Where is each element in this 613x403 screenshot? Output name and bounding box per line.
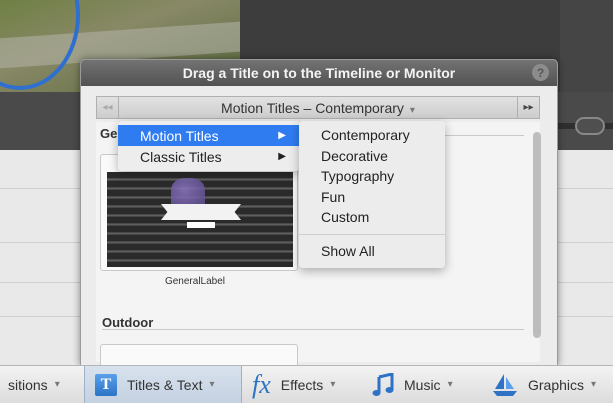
thumbnail-figure	[171, 178, 205, 208]
submenu-item-contemporary[interactable]: Contemporary	[299, 125, 445, 146]
chevron-down-icon: ▾	[54, 379, 60, 390]
chevron-down-icon: ▾	[209, 379, 215, 390]
motion-titles-submenu: Contemporary Decorative Typography Fun C…	[299, 121, 445, 268]
menu-separator	[299, 233, 445, 235]
submenu-item-fun[interactable]: Fun	[299, 187, 445, 208]
transitions-label: sitions	[8, 376, 48, 393]
effects-button[interactable]: fx Effects ▾	[242, 366, 362, 403]
transitions-button[interactable]: sitions ▾	[0, 366, 84, 403]
titles-icon: T	[95, 373, 117, 396]
panel-title: Drag a Title on to the Timeline or Monit…	[182, 65, 456, 81]
music-button[interactable]: Music ▾	[362, 366, 482, 403]
category-dropdown[interactable]: Motion Titles – Contemporary ▾	[119, 100, 517, 116]
graphics-label: Graphics	[528, 376, 585, 393]
menu-item-label: Motion Titles	[140, 127, 219, 144]
nav-next-button[interactable]: ▸▸	[517, 97, 539, 118]
video-hoop	[0, 0, 80, 90]
effects-icon: fx	[252, 369, 271, 399]
nav-prev-button[interactable]: ◂◂	[97, 97, 119, 118]
section-divider	[102, 329, 524, 330]
submenu-item-typography[interactable]: Typography	[299, 166, 445, 187]
submenu-arrow-icon: ▶	[278, 151, 286, 162]
title-thumbnail-general[interactable]	[100, 154, 298, 271]
thumbnail-subtitle-bar	[187, 222, 215, 228]
music-note-icon	[372, 372, 394, 397]
submenu-item-custom[interactable]: Custom	[299, 207, 445, 228]
category-menu: Motion Titles ▶ Classic Titles ▶	[118, 121, 300, 171]
chevron-down-icon: ▾	[447, 379, 453, 390]
music-label: Music	[404, 376, 441, 393]
category-label: Motion Titles – Contemporary	[221, 99, 404, 116]
panel-header: Drag a Title on to the Timeline or Monit…	[81, 60, 557, 86]
submenu-arrow-icon: ▶	[278, 130, 286, 141]
menu-item-label: Classic Titles	[140, 148, 222, 165]
chevron-down-icon: ▾	[409, 104, 415, 116]
effects-label: Effects	[280, 376, 324, 393]
chevron-down-icon: ▾	[330, 379, 336, 390]
section-header-outdoor: Outdoor	[102, 315, 154, 330]
menu-item-classic-titles[interactable]: Classic Titles ▶	[118, 146, 300, 167]
bottom-toolbar: sitions ▾ T Titles & Text ▾ fx Effects ▾…	[0, 365, 613, 403]
thumbnail-ribbon	[161, 204, 241, 220]
sailboat-icon	[492, 373, 518, 397]
zoom-slider-handle[interactable]	[575, 117, 605, 135]
panel-scrollbar[interactable]	[533, 132, 541, 338]
thumbnail-label: GeneralLabel	[164, 276, 226, 287]
submenu-item-decorative[interactable]: Decorative	[299, 146, 445, 167]
titles-label: Titles & Text	[127, 376, 203, 393]
section-header-general: Ge	[100, 126, 118, 141]
graphics-button[interactable]: Graphics ▾	[482, 366, 613, 403]
category-bar: ◂◂ Motion Titles – Contemporary ▾ ▸▸	[96, 96, 540, 119]
submenu-item-show-all[interactable]: Show All	[299, 241, 445, 262]
help-icon[interactable]: ?	[532, 64, 549, 81]
titles-text-button[interactable]: T Titles & Text ▾	[84, 365, 242, 403]
thumbnail-image	[107, 172, 293, 267]
chevron-down-icon: ▾	[591, 379, 597, 390]
menu-item-motion-titles[interactable]: Motion Titles ▶	[118, 125, 300, 146]
title-thumbnail-outdoor[interactable]	[100, 344, 298, 365]
